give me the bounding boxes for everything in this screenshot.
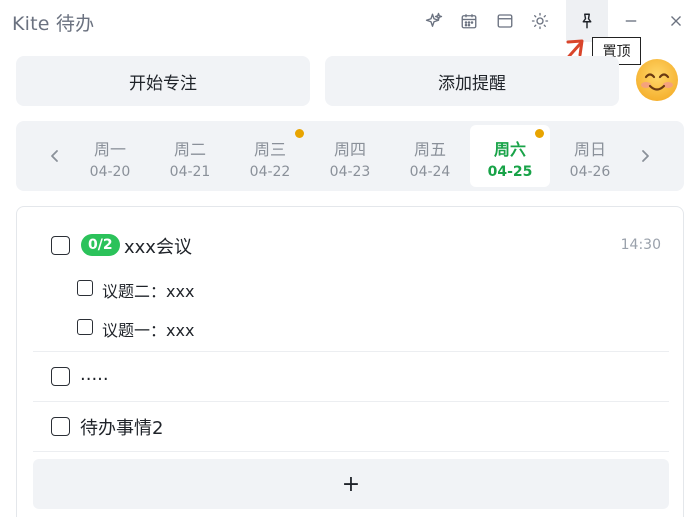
day-sat[interactable]: 周六 04-25 — [470, 125, 550, 187]
subtask-text[interactable]: 议题二：xxx — [102, 278, 194, 302]
day-date: 04-25 — [487, 164, 533, 180]
day-wed[interactable]: 周三 04-22 — [230, 125, 310, 187]
divider — [33, 401, 669, 402]
prev-week-button[interactable] — [40, 121, 70, 191]
todo-text[interactable]: xxx会议 — [124, 233, 192, 259]
chevron-right-icon — [642, 150, 649, 162]
chevron-left-icon — [51, 150, 58, 162]
todo-text[interactable]: ..... — [80, 364, 109, 385]
day-date: 04-23 — [329, 164, 371, 180]
divider — [33, 351, 669, 352]
app-title: Kite 待办 — [12, 13, 95, 35]
sparkle-icon — [425, 12, 443, 27]
minimize-button[interactable] — [614, 0, 648, 42]
day-date: 04-22 — [249, 164, 291, 180]
day-name: 周一 — [93, 140, 126, 159]
next-week-button[interactable] — [630, 121, 660, 191]
window-icon — [497, 14, 513, 28]
has-todo-dot — [535, 129, 544, 138]
subtask-text[interactable]: 议题一：xxx — [102, 317, 194, 341]
ai-sparkle-button[interactable] — [417, 0, 451, 42]
title-bar: Kite 待办 — [0, 0, 700, 42]
day-name: 周二 — [173, 140, 206, 159]
day-date: 04-21 — [169, 164, 211, 180]
day-name: 周四 — [333, 140, 366, 159]
todo-checkbox[interactable] — [51, 367, 70, 386]
week-selector: 周一 04-20 周二 04-21 周三 04-22 周四 04-23 周五 0… — [16, 121, 684, 191]
day-name: 周三 — [253, 140, 286, 159]
todo-time: 14:30 — [620, 237, 661, 253]
has-todo-dot — [295, 129, 304, 138]
day-name: 周六 — [493, 140, 526, 159]
day-fri[interactable]: 周五 04-24 — [390, 125, 470, 187]
todo-checkbox[interactable] — [51, 417, 70, 436]
calendar-button[interactable] — [452, 0, 486, 42]
add-todo-button[interactable]: + — [33, 459, 669, 509]
day-mon[interactable]: 周一 04-20 — [70, 125, 150, 187]
divider — [33, 451, 669, 452]
window-mode-button[interactable] — [488, 0, 522, 42]
minimize-icon — [625, 20, 637, 22]
calendar-icon — [461, 14, 477, 29]
day-date: 04-24 — [409, 164, 451, 180]
subtask-checkbox[interactable] — [77, 319, 93, 335]
day-date: 04-26 — [569, 164, 611, 180]
close-button[interactable] — [659, 0, 693, 42]
day-date: 04-20 — [89, 164, 131, 180]
theme-sun-icon — [531, 12, 549, 30]
start-focus-button[interactable]: 开始专注 — [16, 56, 310, 106]
close-icon — [671, 16, 681, 26]
day-name: 周日 — [573, 140, 606, 159]
todo-text[interactable]: 待办事情2 — [80, 414, 163, 440]
day-name: 周五 — [413, 140, 446, 159]
todo-list-panel: 0/2 xxx会议 14:30 议题二：xxx 议题一：xxx ..... 待办… — [16, 206, 684, 517]
day-thu[interactable]: 周四 04-23 — [310, 125, 390, 187]
subtask-checkbox[interactable] — [77, 280, 93, 296]
subtask-progress-badge: 0/2 — [81, 234, 120, 256]
pin-icon — [582, 13, 592, 29]
add-reminder-button[interactable]: 添加提醒 — [325, 56, 619, 106]
day-sun[interactable]: 周日 04-26 — [550, 125, 630, 187]
smiley-avatar[interactable] — [635, 58, 679, 102]
day-tue[interactable]: 周二 04-21 — [150, 125, 230, 187]
todo-checkbox[interactable] — [51, 236, 70, 255]
